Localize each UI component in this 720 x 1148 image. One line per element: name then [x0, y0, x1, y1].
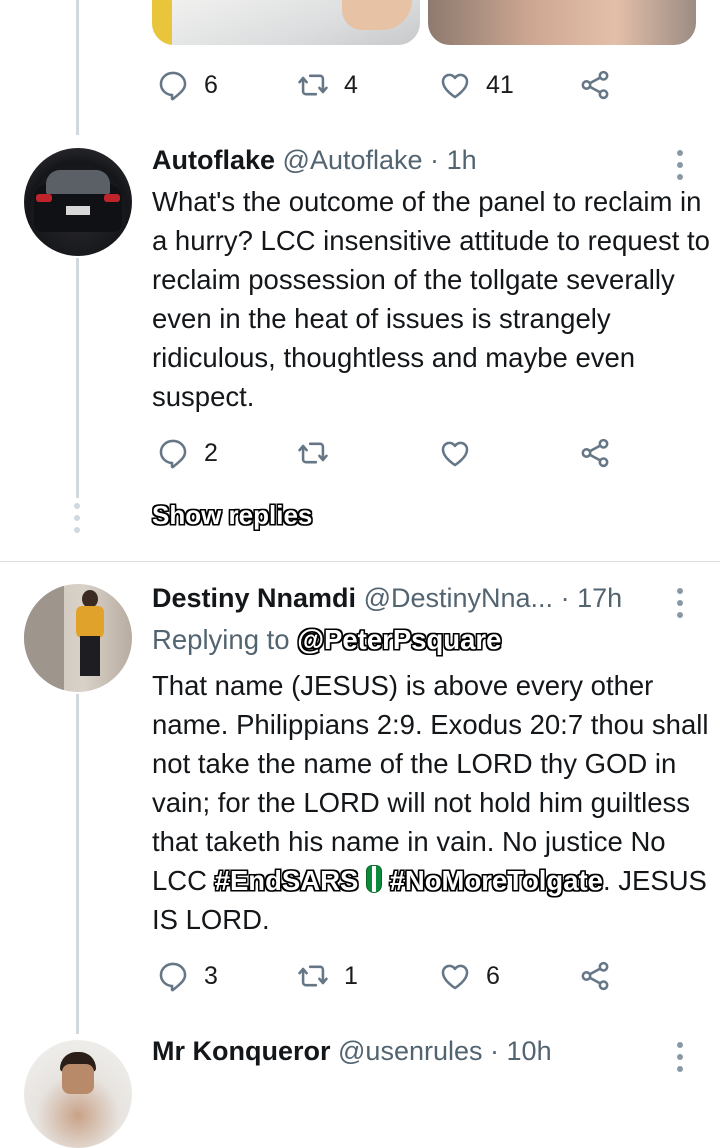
separator: · — [560, 583, 570, 613]
previous-tweet-media-right[interactable] — [428, 0, 696, 45]
separator: · — [430, 145, 440, 175]
avatar-car-light-left — [36, 194, 52, 202]
more-options-icon[interactable] — [670, 150, 690, 180]
media-left-hand — [342, 0, 412, 30]
share-button[interactable] — [578, 951, 612, 1001]
like-button[interactable] — [438, 428, 472, 478]
tweet-header-destiny: Destiny Nnamdi @DestinyNna... · 17h — [152, 583, 622, 614]
replying-to-mention[interactable]: @PeterPsquare — [297, 624, 501, 655]
retweet-button[interactable] — [296, 428, 330, 478]
like-button[interactable]: 6 — [438, 951, 500, 1001]
handle[interactable]: @DestinyNna... — [364, 583, 553, 613]
tweet-header-konqueror: Mr Konqueror @usenrules · 10h — [152, 1036, 552, 1067]
like-icon — [441, 441, 469, 467]
more-options-icon[interactable] — [670, 588, 690, 618]
hashtag-nomoretolgate[interactable]: #NoMoreTolgate — [390, 865, 603, 896]
retweet-icon — [298, 74, 328, 96]
tweet-header-autoflake: Autoflake @Autoflake · 1h — [152, 145, 477, 176]
retweet-button[interactable]: 4 — [296, 60, 358, 110]
avatar-car-light-right — [104, 194, 120, 202]
share-icon — [581, 438, 609, 468]
retweet-icon — [298, 965, 328, 987]
avatar-face — [62, 1064, 94, 1094]
retweet-button[interactable]: 1 — [296, 951, 358, 1001]
avatar-person-shirt — [76, 606, 104, 638]
reply-icon — [159, 962, 187, 992]
like-icon — [441, 964, 469, 990]
reply-count: 3 — [204, 961, 218, 990]
avatar-mr-konqueror[interactable] — [24, 1040, 132, 1148]
reply-icon — [159, 439, 187, 469]
avatar-door — [24, 584, 64, 692]
hashtag-endsars[interactable]: #EndSARS — [215, 865, 359, 896]
replying-to-line: Replying to @PeterPsquare — [152, 620, 712, 659]
reply-count: 6 — [204, 70, 218, 99]
tweet-text-destiny: That name (JESUS) is above every other n… — [152, 666, 712, 939]
reply-button[interactable]: 2 — [156, 428, 218, 478]
share-button[interactable] — [578, 60, 612, 110]
share-button[interactable] — [578, 428, 612, 478]
share-icon — [581, 961, 609, 991]
separator: · — [490, 1036, 500, 1066]
avatar-car-plate — [66, 206, 90, 215]
timestamp[interactable]: 1h — [447, 145, 477, 175]
tweet-text-main: That name (JESUS) is above every other n… — [152, 670, 709, 896]
previous-tweet-actions: 6 4 41 — [0, 60, 720, 110]
reply-button[interactable]: 6 — [156, 60, 218, 110]
like-count: 41 — [486, 70, 514, 99]
replying-prefix: Replying to — [152, 624, 298, 655]
share-icon — [581, 70, 609, 100]
retweet-count: 4 — [344, 70, 358, 99]
handle[interactable]: @usenrules — [338, 1036, 482, 1066]
avatar-destiny-nnamdi[interactable] — [24, 584, 132, 692]
previous-tweet-media-left[interactable] — [152, 0, 420, 45]
like-icon — [441, 73, 469, 99]
retweet-icon — [298, 442, 328, 464]
avatar-person-legs — [80, 636, 100, 676]
retweet-count: 1 — [344, 961, 358, 990]
reply-icon — [159, 71, 187, 101]
reply-count: 2 — [204, 438, 218, 467]
show-replies-link[interactable]: Show replies — [152, 500, 312, 531]
handle[interactable]: @Autoflake — [283, 145, 423, 175]
tweet-text-autoflake: What's the outcome of the panel to recla… — [152, 186, 710, 412]
display-name[interactable]: Autoflake — [152, 145, 275, 175]
avatar-autoflake[interactable] — [24, 148, 132, 256]
display-name[interactable]: Mr Konqueror — [152, 1036, 331, 1066]
media-left-yellow-edge — [152, 0, 172, 45]
more-options-icon[interactable] — [670, 1042, 690, 1072]
nigeria-flag-emoji-icon — [365, 865, 382, 893]
timestamp[interactable]: 17h — [577, 583, 622, 613]
timestamp[interactable]: 10h — [507, 1036, 552, 1066]
tweet2-actions: 3 1 6 — [0, 951, 720, 1001]
display-name[interactable]: Destiny Nnamdi — [152, 583, 356, 613]
tweet1-actions: 2 — [0, 428, 720, 478]
avatar-car-window — [46, 170, 110, 194]
like-button[interactable]: 41 — [438, 60, 514, 110]
thread-continuation-dots — [74, 503, 80, 533]
reply-button[interactable]: 3 — [156, 951, 218, 1001]
like-count: 6 — [486, 961, 500, 990]
tweet-divider — [0, 561, 720, 562]
